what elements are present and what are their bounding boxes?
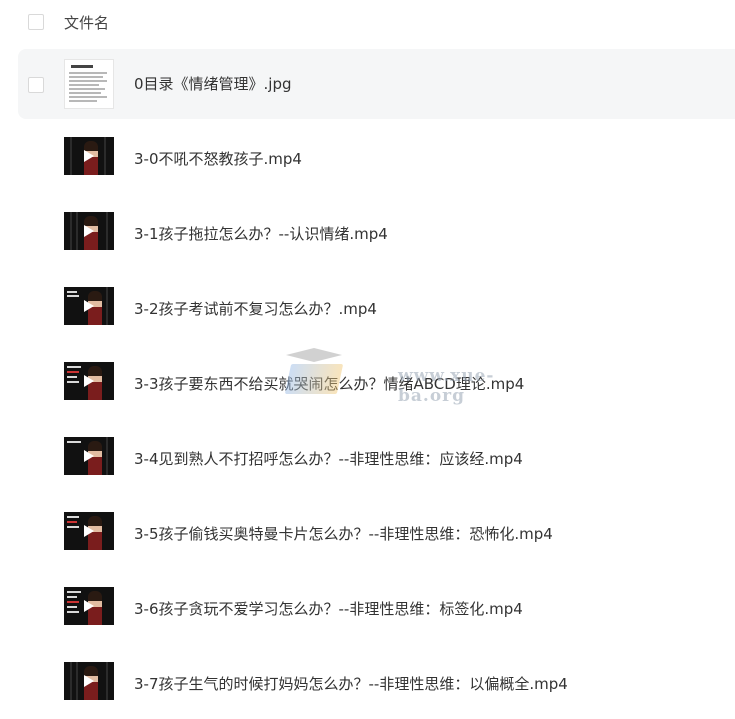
row-checkbox[interactable] (28, 77, 44, 93)
play-icon (84, 225, 94, 237)
file-name[interactable]: 3-7孩子生气的时候打妈妈怎么办？--非理性思维：以偏概全.mp4 (134, 673, 568, 695)
file-row[interactable]: 0目录《情绪管理》.jpg (18, 49, 735, 119)
file-row[interactable]: 3-5孩子偷钱买奥特曼卡片怎么办？--非理性思维：恐怖化.mp4 (18, 499, 735, 569)
file-row[interactable]: 3-1孩子拖拉怎么办？--认识情绪.mp4 (18, 199, 735, 269)
file-row[interactable]: 3-0不吼不怒教孩子.mp4 (18, 124, 735, 194)
file-row[interactable]: 3-7孩子生气的时候打妈妈怎么办？--非理性思维：以偏概全.mp4 (18, 649, 735, 719)
file-name[interactable]: 3-0不吼不怒教孩子.mp4 (134, 148, 302, 170)
play-icon (84, 150, 94, 162)
play-icon (84, 375, 94, 387)
file-name[interactable]: 3-4见到熟人不打招呼怎么办？--非理性思维：应该经.mp4 (134, 448, 523, 470)
play-icon (84, 675, 94, 687)
file-list-header: 文件名 (0, 0, 735, 46)
video-thumbnail-icon (64, 137, 114, 175)
file-name[interactable]: 3-2孩子考试前不复习怎么办？.mp4 (134, 298, 377, 320)
file-row[interactable]: 3-6孩子贪玩不爱学习怎么办？--非理性思维：标签化.mp4 (18, 574, 735, 644)
video-thumbnail-icon (64, 662, 114, 700)
video-thumbnail-icon (64, 437, 114, 475)
file-row[interactable]: 3-3孩子要东西不给买就哭闹怎么办？情绪ABCD理论.mp4 (18, 349, 735, 419)
select-all-checkbox[interactable] (28, 14, 44, 30)
column-title-filename: 文件名 (64, 14, 110, 32)
play-icon (84, 525, 94, 537)
video-thumbnail-icon (64, 512, 114, 550)
file-name[interactable]: 3-5孩子偷钱买奥特曼卡片怎么办？--非理性思维：恐怖化.mp4 (134, 523, 553, 545)
file-row[interactable]: 3-4见到熟人不打招呼怎么办？--非理性思维：应该经.mp4 (18, 424, 735, 494)
file-row[interactable]: 3-2孩子考试前不复习怎么办？.mp4 (18, 274, 735, 344)
play-icon (84, 300, 94, 312)
play-icon (84, 600, 94, 612)
image-thumbnail-icon (64, 59, 114, 109)
video-thumbnail-icon (64, 287, 114, 325)
video-thumbnail-icon (64, 362, 114, 400)
video-thumbnail-icon (64, 587, 114, 625)
file-name[interactable]: 3-3孩子要东西不给买就哭闹怎么办？情绪ABCD理论.mp4 (134, 373, 524, 395)
file-name[interactable]: 3-1孩子拖拉怎么办？--认识情绪.mp4 (134, 223, 388, 245)
video-thumbnail-icon (64, 212, 114, 250)
file-name[interactable]: 3-6孩子贪玩不爱学习怎么办？--非理性思维：标签化.mp4 (134, 598, 523, 620)
file-name[interactable]: 0目录《情绪管理》.jpg (134, 73, 292, 95)
play-icon (84, 450, 94, 462)
